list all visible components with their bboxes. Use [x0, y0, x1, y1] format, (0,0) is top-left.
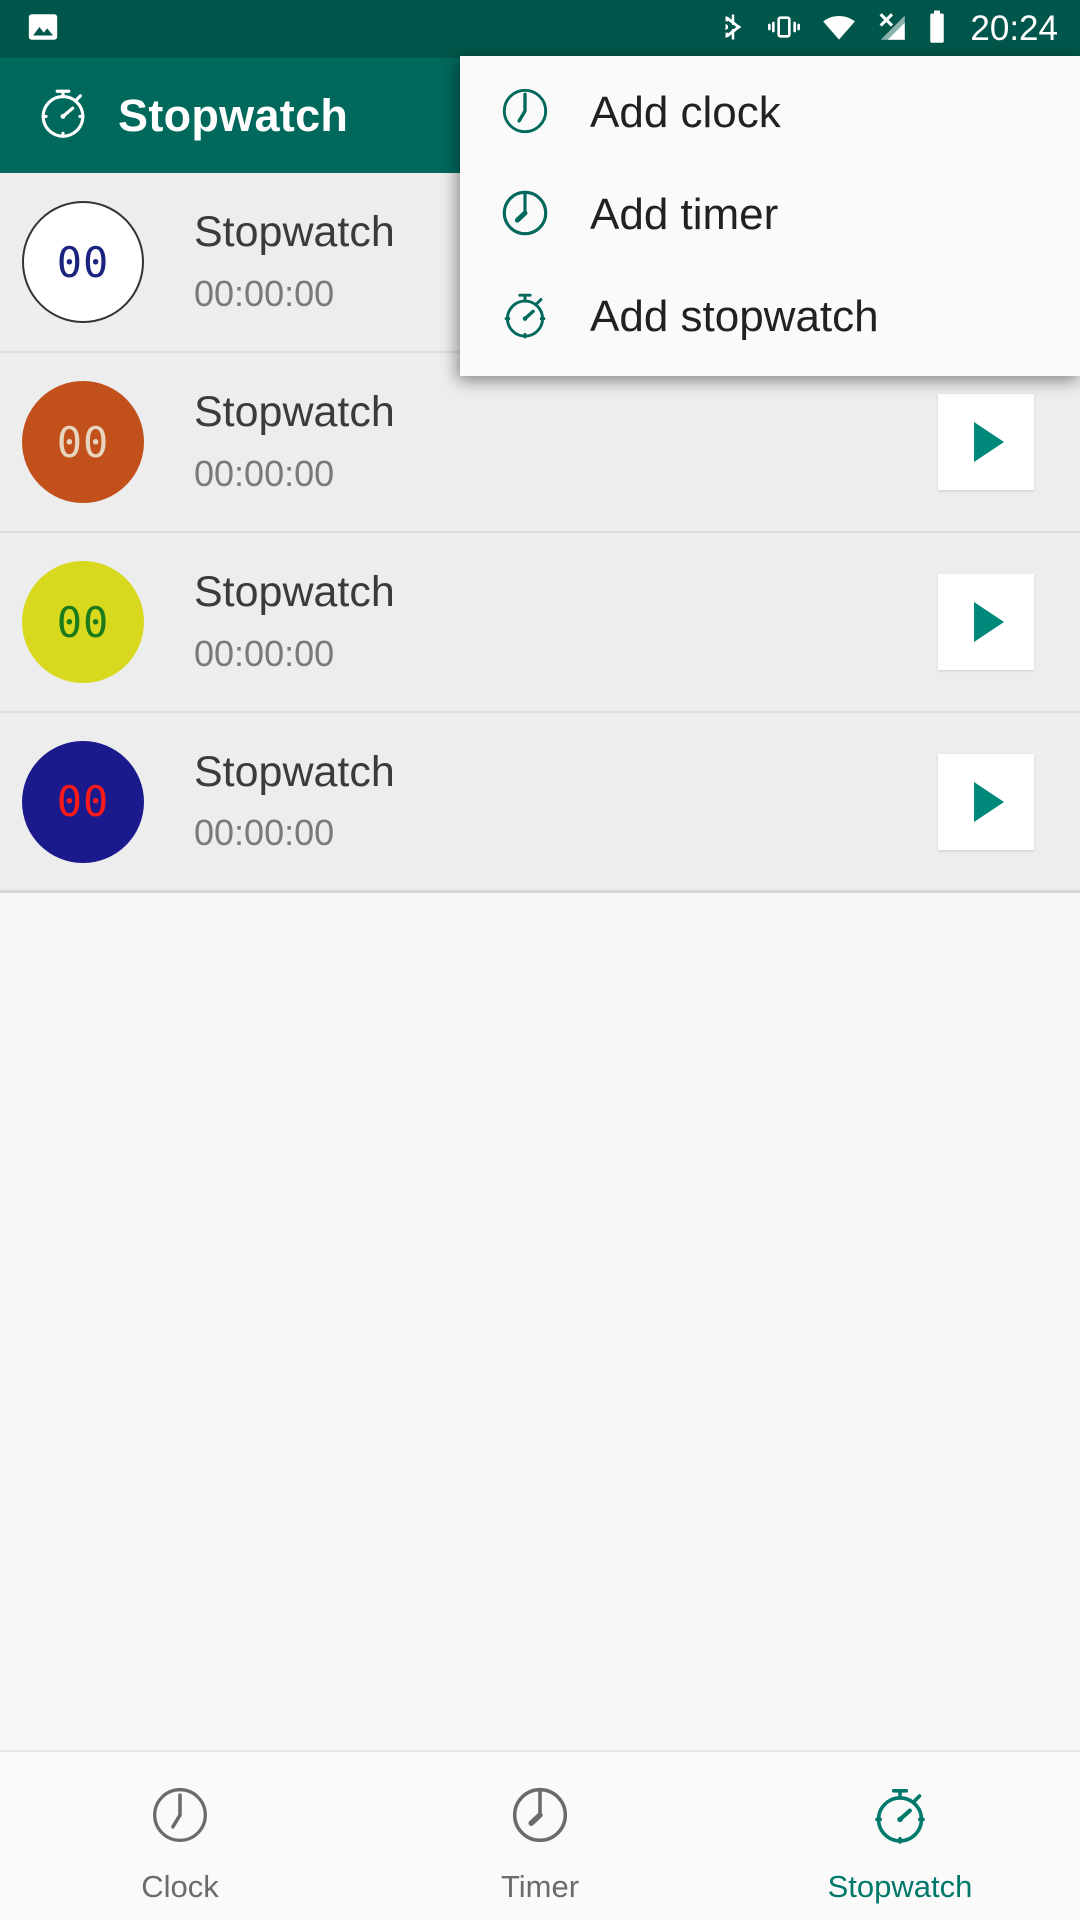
list-item-title: Stopwatch [194, 747, 395, 796]
status-bar: 20:24 [0, 0, 1080, 58]
tab-label: Clock [141, 1868, 219, 1904]
list-item[interactable]: 00 Stopwatch 00:00:00 [0, 353, 1080, 533]
status-bar-clock: 20:24 [970, 9, 1058, 48]
battery-icon [926, 9, 948, 50]
list-item-title: Stopwatch [194, 388, 395, 437]
avatar: 00 [22, 201, 144, 323]
list-item-title: Stopwatch [194, 568, 395, 617]
list-item-text: Stopwatch 00:00:00 [194, 389, 938, 494]
list-item-time: 00:00:00 [194, 632, 335, 674]
tab-stopwatch[interactable]: Stopwatch [720, 1752, 1080, 1920]
tab-label: Stopwatch [827, 1868, 973, 1904]
status-bar-right: 20:24 [718, 9, 1058, 50]
menu-item-add-stopwatch[interactable]: Add stopwatch [460, 266, 1080, 368]
wifi-icon [820, 11, 858, 48]
list-item[interactable]: 00 Stopwatch 00:00:00 [0, 533, 1080, 713]
bluetooth-icon [718, 9, 748, 50]
list-item[interactable]: 00 Stopwatch 00:00:00 [0, 713, 1080, 893]
cellular-signal-off-icon [874, 10, 910, 49]
avatar: 00 [22, 561, 144, 683]
tab-timer[interactable]: Timer [360, 1752, 720, 1920]
list-item-time: 00:00:00 [194, 812, 335, 854]
image-notification-icon [26, 10, 60, 49]
app-root: 20:24 Stopwatch 00 Stopwatch 00:00:00 00… [0, 0, 1080, 1920]
timer-icon [498, 186, 552, 245]
play-icon [974, 781, 1004, 822]
avatar: 00 [22, 381, 144, 503]
tab-clock[interactable]: Clock [0, 1752, 360, 1920]
clock-icon [498, 84, 552, 143]
avatar: 00 [22, 740, 144, 863]
overflow-menu: Add clock Add timer Add stopwatch [460, 56, 1080, 376]
list-item-text: Stopwatch 00:00:00 [194, 747, 938, 854]
play-icon [974, 422, 1004, 462]
tab-label: Timer [500, 1868, 580, 1904]
stopwatch-icon [867, 1782, 933, 1853]
play-button[interactable] [938, 753, 1034, 850]
vibrate-icon [764, 11, 804, 48]
page-title: Stopwatch [118, 89, 349, 141]
list-item-time: 00:00:00 [194, 452, 335, 494]
play-button[interactable] [938, 574, 1034, 670]
bottom-navigation: Clock Timer Stopwatch [0, 1750, 1080, 1920]
list-item-text: Stopwatch 00:00:00 [194, 569, 938, 674]
stopwatch-icon [498, 288, 552, 347]
play-button[interactable] [938, 394, 1034, 490]
menu-item-add-timer[interactable]: Add timer [460, 164, 1080, 266]
menu-item-label: Add clock [590, 88, 781, 137]
clock-icon [147, 1782, 213, 1853]
menu-item-label: Add timer [590, 190, 779, 239]
play-icon [974, 602, 1004, 642]
menu-item-add-clock[interactable]: Add clock [460, 62, 1080, 164]
status-bar-left [26, 10, 60, 49]
menu-item-label: Add stopwatch [590, 292, 879, 341]
timer-icon [507, 1782, 573, 1853]
stopwatch-icon [34, 84, 92, 147]
